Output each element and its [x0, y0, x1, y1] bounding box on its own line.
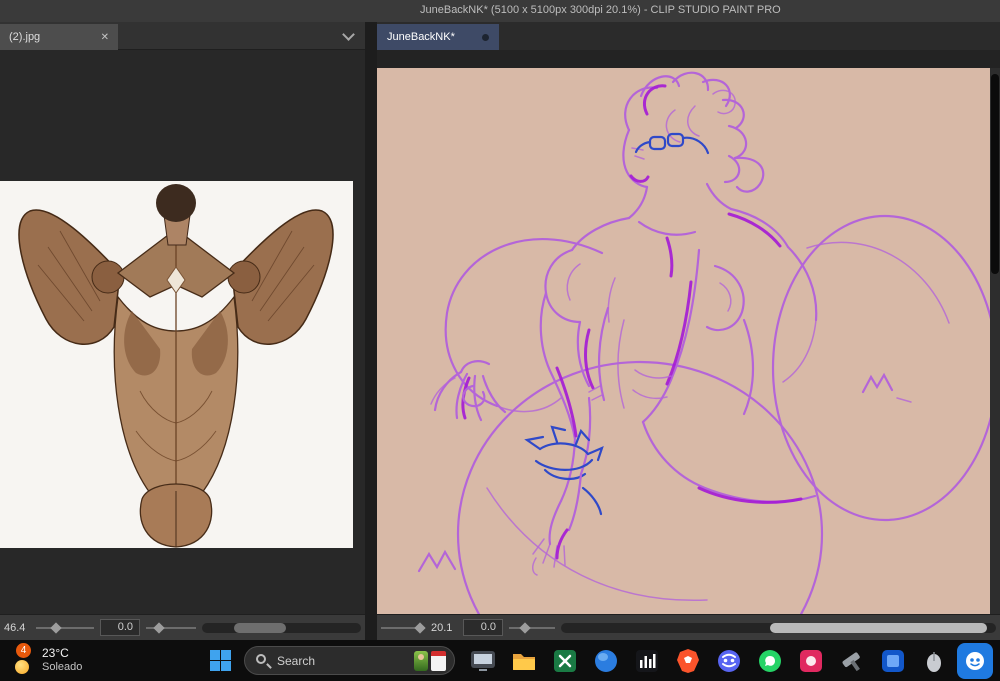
canvas-vscrollbar-thumb[interactable]	[991, 74, 999, 274]
reference-panel: (2).jpg ✕ 46.4 0.0	[0, 22, 365, 640]
active-app-icon[interactable]	[954, 640, 995, 681]
reference-tabbar: (2).jpg ✕	[0, 22, 365, 50]
reference-zoom-value[interactable]: 46.4	[4, 622, 30, 634]
equalizer-app-icon[interactable]	[626, 640, 667, 681]
panel-divider[interactable]	[365, 22, 377, 640]
canvas-angle-slider[interactable]	[509, 621, 555, 635]
reference-statusbar: 46.4 0.0	[0, 614, 365, 640]
weather-condition: Soleado	[42, 661, 83, 673]
canvas-tab[interactable]: JuneBackNK*	[377, 24, 499, 50]
brave-browser-icon[interactable]	[667, 640, 708, 681]
monitor-app-icon[interactable]	[462, 640, 503, 681]
reference-angle-slider[interactable]	[146, 621, 196, 635]
whatsapp-icon[interactable]	[749, 640, 790, 681]
reference-angle-value[interactable]: 0.0	[100, 619, 140, 636]
chevron-down-icon[interactable]	[342, 28, 355, 41]
weather-temperature: 23°C	[42, 646, 69, 660]
start-button[interactable]	[210, 650, 231, 671]
reference-image[interactable]	[0, 181, 353, 548]
anatomy-illustration	[0, 181, 353, 548]
canvas-tab-label: JuneBackNK*	[387, 31, 455, 43]
excel-icon[interactable]	[544, 640, 585, 681]
canvas-area[interactable]	[377, 68, 990, 614]
canvas-panel: JuneBackNK* 20.1 0.0	[377, 22, 1000, 640]
active-app-highlight	[956, 642, 993, 679]
blue-orb-app-icon[interactable]	[585, 640, 626, 681]
reference-h-scrollbar-thumb[interactable]	[233, 622, 287, 633]
unsaved-dot-icon	[482, 33, 489, 41]
canvas-tabbar: JuneBackNK*	[377, 22, 1000, 50]
blue-square-app-icon[interactable]	[872, 640, 913, 681]
canvas-angle-value[interactable]: 0.0	[463, 619, 503, 636]
reference-zoom-slider[interactable]	[36, 621, 94, 635]
gray-mouse-app-icon[interactable]	[913, 640, 954, 681]
reference-h-scrollbar[interactable]	[202, 622, 361, 633]
sun-weather-icon	[15, 660, 29, 674]
canvas-h-scrollbar-thumb[interactable]	[769, 622, 988, 633]
search-input[interactable]: Search	[244, 646, 455, 675]
reference-tab-label: (2).jpg	[9, 31, 41, 43]
canvas-zoom-slider[interactable]	[381, 621, 426, 635]
canvas-statusbar: 20.1 0.0	[377, 614, 1000, 640]
title-bar: JuneBackNK* (5100 x 5100px 300dpi 20.1%)…	[0, 0, 1000, 22]
canvas-artwork	[417, 71, 990, 614]
reference-tab[interactable]: (2).jpg ✕	[0, 24, 118, 50]
gray-tool-app-icon[interactable]	[831, 640, 872, 681]
window-title: JuneBackNK* (5100 x 5100px 300dpi 20.1%)…	[420, 4, 781, 16]
canvas-zoom-value[interactable]: 20.1	[431, 622, 457, 634]
weather-widget[interactable]: 4 23°C Soleado	[4, 640, 134, 681]
canvas-h-scrollbar[interactable]	[561, 622, 996, 633]
search-icon	[256, 654, 266, 664]
red-app-icon[interactable]	[790, 640, 831, 681]
file-explorer-icon[interactable]	[503, 640, 544, 681]
canvas-vscrollbar[interactable]	[990, 68, 1000, 614]
search-promo-thumbnails[interactable]	[414, 651, 446, 671]
search-placeholder: Search	[277, 654, 316, 668]
search-promo-icon	[414, 651, 428, 671]
taskbar: 4 23°C Soleado Search	[0, 640, 1000, 681]
taskbar-apps	[462, 640, 995, 681]
search-calendar-icon	[431, 651, 446, 671]
close-icon[interactable]: ✕	[101, 32, 109, 43]
discord-icon[interactable]	[708, 640, 749, 681]
clip-studio-window: JuneBackNK* (5100 x 5100px 300dpi 20.1%)…	[0, 0, 1000, 681]
notification-badge: 4	[16, 643, 31, 658]
